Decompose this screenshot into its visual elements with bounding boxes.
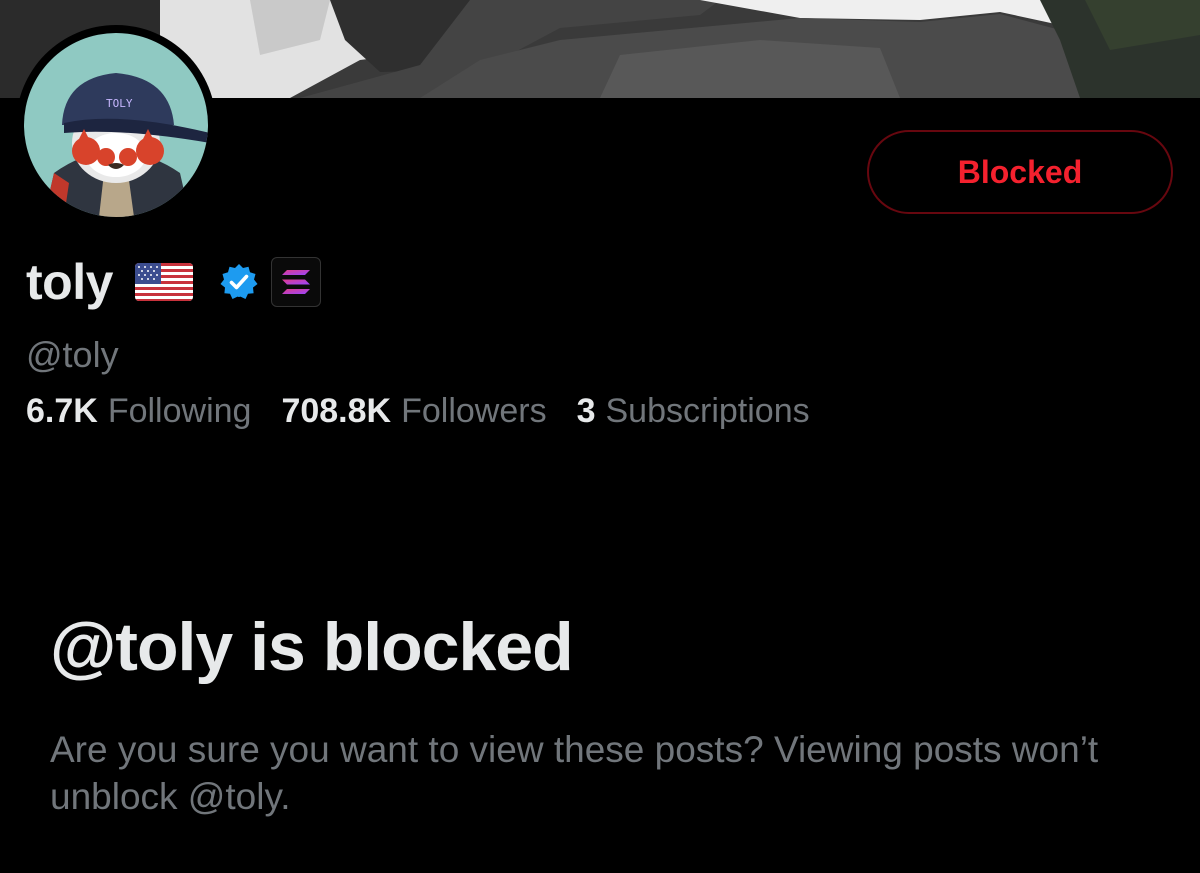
stat-following[interactable]: 6.7K Following	[26, 392, 251, 431]
stat-label: Following	[107, 392, 252, 430]
stat-label: Followers	[401, 392, 547, 430]
cap-text: TOLY	[106, 97, 133, 110]
affiliate-badge[interactable]	[270, 257, 321, 307]
stat-value: 6.7K	[26, 392, 98, 430]
display-name: toly	[26, 254, 113, 310]
avatar[interactable]: TOLY	[16, 25, 216, 225]
blocked-notice-body: Are you sure you want to view these post…	[50, 729, 1099, 817]
blocked-notice-title: @toly is blocked	[50, 609, 574, 685]
stat-value: 708.8K	[281, 392, 392, 430]
avatar-image: TOLY	[24, 33, 208, 217]
profile-name-row: toly	[26, 252, 321, 312]
solana-logo-icon	[281, 270, 310, 294]
profile-stats: 6.7K Following 708.8K Followers 3 Subscript…	[26, 392, 840, 431]
stat-value: 3	[576, 392, 596, 430]
blocked-button[interactable]: Blocked	[867, 130, 1173, 214]
handle: @toly	[26, 334, 119, 375]
stat-subscriptions[interactable]: 3 Subscriptions	[577, 392, 810, 431]
us-flag-icon	[134, 263, 193, 301]
stat-followers[interactable]: 708.8K Followers	[281, 392, 546, 431]
verified-badge-icon[interactable]	[219, 262, 259, 302]
stat-label: Subscriptions	[605, 392, 810, 430]
